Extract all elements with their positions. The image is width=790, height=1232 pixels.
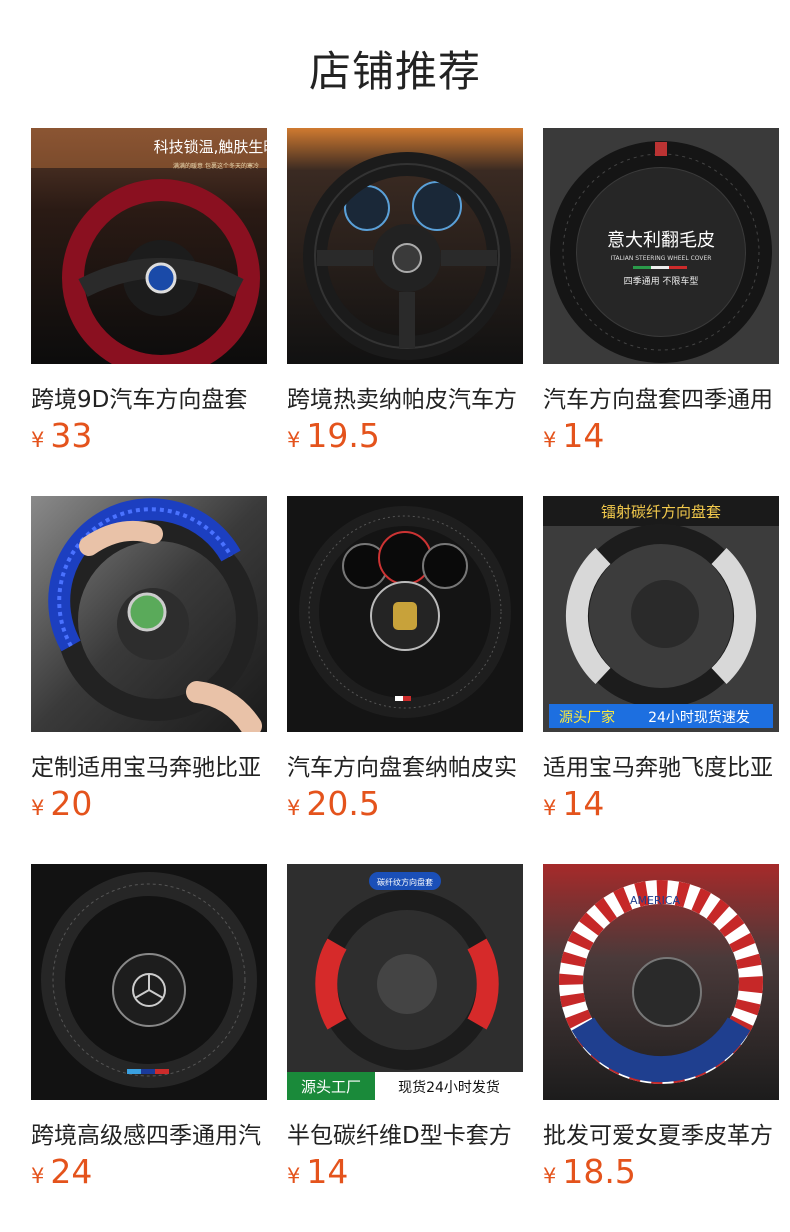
price-value: 20 (50, 784, 93, 823)
image-tag: 四季通用 不限车型 (624, 275, 699, 287)
product-image[interactable]: 碳纤纹方向盘套 源头工厂 现货24小时发货 (287, 864, 523, 1100)
currency-symbol: ¥ (543, 796, 557, 820)
currency-symbol: ¥ (287, 1164, 301, 1188)
product-name[interactable]: 跨境高级感四季通用汽 (31, 1116, 267, 1150)
product-image[interactable] (31, 496, 267, 732)
product-price: ¥33 (31, 416, 92, 455)
product-image[interactable] (31, 864, 267, 1100)
price-value: 20.5 (306, 784, 380, 823)
image-banner-a: 源头厂家 (559, 709, 615, 726)
currency-symbol: ¥ (31, 428, 45, 452)
image-banner-b: 现货24小时发货 (398, 1079, 500, 1096)
product-name[interactable]: 适用宝马奔驰飞度比亚 (543, 748, 779, 782)
currency-symbol: ¥ (543, 428, 557, 452)
product-price: ¥14 (543, 784, 604, 823)
steering-wheel-red-plush-icon: 科技锁温,触肤生暖 满满的暖意 包裹这个冬天的寒冷 (31, 128, 267, 364)
currency-symbol: ¥ (31, 796, 45, 820)
price-value: 14 (306, 1152, 349, 1191)
image-subline: ITALIAN STEERING WHEEL COVER (611, 255, 712, 262)
currency-symbol: ¥ (287, 428, 301, 452)
image-banner-a: 源头工厂 (301, 1078, 361, 1096)
product-card[interactable]: 科技锁温,触肤生暖 满满的暖意 包裹这个冬天的寒冷 跨境9D汽车方向盘套 ¥33 (31, 128, 267, 468)
steering-wheel-white-carbon-icon: 镭射碳纤方向盘套 源头厂家 24小时现货速发 (543, 496, 779, 732)
image-banner-b: 24小时现货速发 (648, 709, 750, 726)
product-price: ¥19.5 (287, 416, 380, 455)
steering-wheel-porsche-icon (287, 496, 523, 732)
product-name[interactable]: 汽车方向盘套纳帕皮实 (287, 748, 523, 782)
product-name[interactable]: 批发可爱女夏季皮革方 (543, 1116, 779, 1150)
product-name[interactable]: 跨境热卖纳帕皮汽车方 (287, 380, 523, 414)
product-card[interactable]: 跨境热卖纳帕皮汽车方 ¥19.5 (287, 128, 523, 468)
product-image[interactable]: 意大利翻毛皮 ITALIAN STEERING WHEEL COVER 四季通用… (543, 128, 779, 364)
steering-wheel-black-leather-icon (287, 128, 523, 364)
product-image[interactable]: AMERICA (543, 864, 779, 1100)
currency-symbol: ¥ (543, 1164, 557, 1188)
image-headline: 科技锁温,触肤生暖 (154, 138, 267, 156)
product-image[interactable]: 镭射碳纤方向盘套 源头厂家 24小时现货速发 (543, 496, 779, 732)
product-card[interactable]: 碳纤纹方向盘套 源头工厂 现货24小时发货 半包碳纤维D型卡套方 ¥14 (287, 864, 523, 1204)
product-card[interactable]: 意大利翻毛皮 ITALIAN STEERING WHEEL COVER 四季通用… (543, 128, 779, 468)
image-headline: 意大利翻毛皮 (607, 230, 715, 251)
product-card[interactable]: 镭射碳纤方向盘套 源头厂家 24小时现货速发 适用宝马奔驰飞度比亚 ¥14 (543, 496, 779, 836)
price-value: 18.5 (562, 1152, 636, 1191)
image-headline: 镭射碳纤方向盘套 (601, 503, 721, 521)
product-card[interactable]: 定制适用宝马奔驰比亚 ¥20 (31, 496, 267, 836)
product-price: ¥14 (287, 1152, 348, 1191)
price-value: 19.5 (306, 416, 380, 455)
steering-wheel-blue-carbon-icon (31, 496, 267, 732)
price-value: 24 (50, 1152, 93, 1191)
product-price: ¥24 (31, 1152, 92, 1191)
page-title: 店铺推荐 (308, 47, 481, 96)
image-headline: 碳纤纹方向盘套 (377, 877, 433, 887)
product-card[interactable]: 汽车方向盘套纳帕皮实 ¥20.5 (287, 496, 523, 836)
steering-wheel-mercedes-icon (31, 864, 267, 1100)
currency-symbol: ¥ (287, 796, 301, 820)
currency-symbol: ¥ (31, 1164, 45, 1188)
product-name[interactable]: 半包碳纤维D型卡套方 (287, 1116, 523, 1150)
product-price: ¥18.5 (543, 1152, 636, 1191)
product-price: ¥20 (31, 784, 92, 823)
steering-wheel-cover-suede-icon: 意大利翻毛皮 ITALIAN STEERING WHEEL COVER 四季通用… (543, 128, 779, 364)
product-name[interactable]: 跨境9D汽车方向盘套 (31, 380, 267, 414)
product-image[interactable] (287, 128, 523, 364)
product-card[interactable]: AMERICA 批发可爱女夏季皮革方 ¥18.5 (543, 864, 779, 1204)
price-value: 14 (562, 784, 605, 823)
product-price: ¥14 (543, 416, 604, 455)
product-name[interactable]: 汽车方向盘套四季通用 (543, 380, 779, 414)
steering-wheel-red-carbon-icon: 碳纤纹方向盘套 源头工厂 现货24小时发货 (287, 864, 523, 1100)
product-image[interactable]: 科技锁温,触肤生暖 满满的暖意 包裹这个冬天的寒冷 (31, 128, 267, 364)
product-image[interactable] (287, 496, 523, 732)
product-name[interactable]: 定制适用宝马奔驰比亚 (31, 748, 267, 782)
product-price: ¥20.5 (287, 784, 380, 823)
steering-wheel-usa-flag-icon: AMERICA (543, 864, 779, 1100)
product-card[interactable]: 跨境高级感四季通用汽 ¥24 (31, 864, 267, 1204)
image-headline: AMERICA (630, 894, 681, 907)
price-value: 33 (50, 416, 93, 455)
image-subline: 满满的暖意 包裹这个冬天的寒冷 (173, 162, 259, 170)
price-value: 14 (562, 416, 605, 455)
